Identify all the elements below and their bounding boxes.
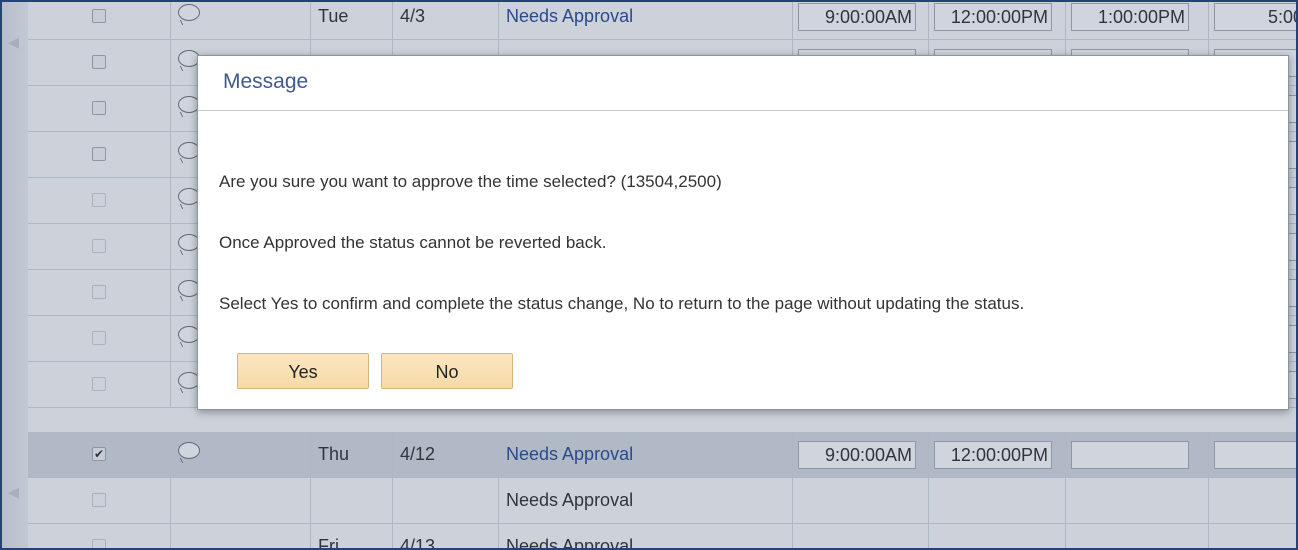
dialog-title: Message (223, 70, 309, 93)
dialog-warning: Once Approved the status cannot be rever… (219, 233, 607, 252)
dialog-question: Are you sure you want to approve the tim… (219, 172, 722, 191)
dialog-instructions: Select Yes to confirm and complete the s… (219, 294, 1025, 313)
yes-button[interactable]: Yes (237, 353, 369, 389)
dialog-header: Message (198, 56, 1288, 111)
no-button[interactable]: No (381, 353, 513, 389)
message-dialog: Message Are you sure you want to approve… (197, 55, 1289, 410)
